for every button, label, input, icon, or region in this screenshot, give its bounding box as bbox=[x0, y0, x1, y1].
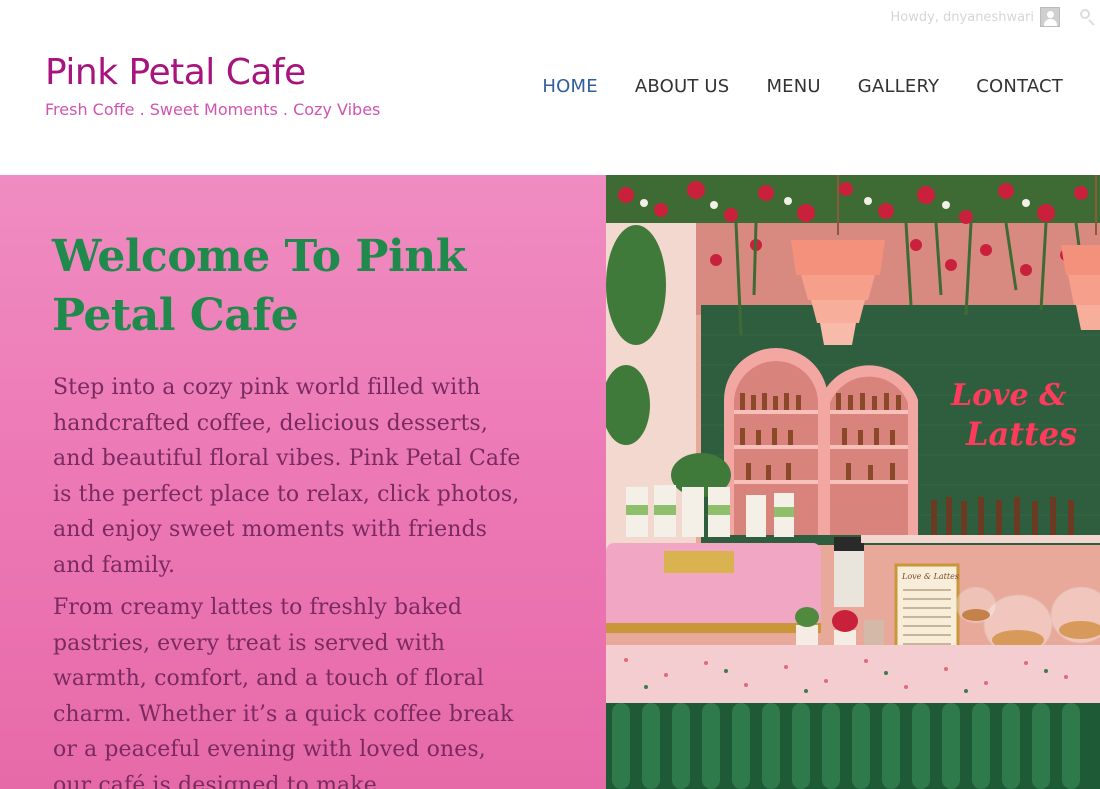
menu-board-title: Love & Lattes bbox=[901, 572, 959, 581]
nav-item-gallery[interactable]: GALLERY bbox=[858, 76, 939, 97]
hero-cafe-image: Love & Lattes Love & Lattes bbox=[606, 175, 1100, 789]
neon-sign-line-1: Love & bbox=[950, 378, 1066, 413]
hero-text-panel: Welcome To Pink Petal Cafe Step into a c… bbox=[0, 175, 606, 789]
nav-item-menu[interactable]: MENU bbox=[766, 76, 820, 97]
hero-heading: Welcome To Pink Petal Cafe bbox=[52, 231, 466, 341]
nav-item-about-us[interactable]: ABOUT US bbox=[635, 76, 730, 97]
neon-sign-line-2: Lattes bbox=[965, 415, 1077, 453]
hero-paragraph-1: Step into a cozy pink world filled with … bbox=[53, 375, 521, 578]
nav-item-home[interactable]: HOME bbox=[542, 76, 597, 97]
nav-item-contact[interactable]: CONTACT bbox=[976, 76, 1063, 97]
admin-greeting[interactable]: Howdy, dnyaneshwari bbox=[890, 10, 1034, 25]
user-avatar-icon[interactable] bbox=[1040, 7, 1060, 27]
site-tagline: Fresh Coffe . Sweet Moments . Cozy Vibes bbox=[45, 100, 381, 119]
search-icon[interactable] bbox=[1078, 7, 1098, 27]
hero-section: Welcome To Pink Petal Cafe Step into a c… bbox=[0, 175, 1100, 789]
admin-bar: Howdy, dnyaneshwari bbox=[890, 6, 1100, 28]
main-nav: HOME ABOUT US MENU GALLERY CONTACT bbox=[542, 76, 1063, 97]
site-title[interactable]: Pink Petal Cafe bbox=[45, 52, 306, 93]
hero-paragraph-2: From creamy lattes to freshly baked past… bbox=[53, 595, 514, 789]
